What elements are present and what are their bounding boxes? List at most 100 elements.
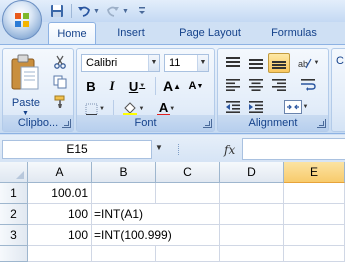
formula-input[interactable] bbox=[242, 138, 345, 160]
shrink-arrow-icon: ▼ bbox=[196, 82, 204, 90]
orientation-dropdown-icon[interactable]: ▼ bbox=[314, 60, 320, 66]
cell-e4[interactable] bbox=[284, 246, 345, 262]
cell-a3[interactable]: 100 bbox=[28, 225, 92, 246]
font-group-label: Font bbox=[77, 115, 214, 131]
cell-e1[interactable] bbox=[284, 183, 345, 204]
format-painter-button[interactable] bbox=[51, 93, 69, 111]
grow-font-button[interactable]: A ▲ bbox=[161, 76, 183, 96]
column-header-a[interactable]: A bbox=[28, 162, 92, 183]
align-right-button[interactable] bbox=[268, 75, 290, 95]
column-header-d[interactable]: D bbox=[220, 162, 284, 183]
cell-d4[interactable] bbox=[220, 246, 284, 262]
office-button[interactable] bbox=[2, 0, 42, 40]
formula-bar-splitter[interactable] bbox=[178, 144, 181, 155]
cell-e2[interactable] bbox=[284, 204, 345, 225]
cell-d3[interactable] bbox=[220, 225, 284, 246]
undo-dropdown-icon[interactable]: ▼ bbox=[93, 8, 100, 15]
cell-a4[interactable] bbox=[28, 246, 92, 262]
cell-b2[interactable]: =INT(A1) bbox=[92, 204, 156, 225]
tab-insert[interactable]: Insert bbox=[96, 22, 166, 44]
cell-c1[interactable] bbox=[156, 183, 220, 204]
alignment-launcher-icon[interactable] bbox=[317, 119, 326, 128]
save-button[interactable] bbox=[48, 2, 66, 20]
tab-page-layout[interactable]: Page Layout bbox=[166, 22, 254, 44]
row-header-2[interactable]: 2 bbox=[0, 204, 28, 225]
merge-center-button[interactable]: ▼ bbox=[270, 97, 322, 117]
tab-formulas[interactable]: Formulas bbox=[254, 22, 334, 44]
align-center-button[interactable] bbox=[245, 75, 267, 95]
cut-button[interactable] bbox=[51, 53, 69, 71]
clipboard-launcher-icon[interactable] bbox=[62, 119, 71, 128]
undo-icon bbox=[78, 6, 90, 17]
cell-b3[interactable]: =INT(100.999) bbox=[92, 225, 172, 246]
merge-center-icon bbox=[283, 100, 302, 114]
italic-button[interactable]: I bbox=[103, 76, 121, 96]
align-top-icon bbox=[226, 57, 240, 67]
orientation-button[interactable]: ab ▼ bbox=[294, 53, 322, 73]
borders-icon bbox=[85, 103, 98, 116]
cell-e3[interactable] bbox=[284, 225, 345, 246]
cell-b1[interactable] bbox=[92, 183, 156, 204]
title-bar: ▼ ▼ bbox=[0, 0, 345, 40]
tab-home[interactable]: Home bbox=[48, 22, 96, 44]
increase-indent-icon bbox=[249, 101, 263, 113]
wrap-text-button[interactable] bbox=[296, 75, 322, 95]
borders-dropdown-icon[interactable]: ▼ bbox=[99, 106, 105, 112]
align-left-button[interactable] bbox=[222, 75, 244, 95]
customize-qat-button[interactable] bbox=[133, 2, 151, 20]
fill-color-dropdown-icon[interactable]: ▼ bbox=[139, 106, 145, 112]
paintbrush-icon bbox=[54, 95, 65, 108]
shrink-font-button[interactable]: A ▼ bbox=[185, 76, 207, 96]
formula-bar: E15 ▼ fx bbox=[0, 135, 345, 162]
decrease-indent-button[interactable] bbox=[222, 97, 244, 117]
name-box[interactable]: E15 bbox=[2, 140, 152, 159]
font-color-dropdown-icon[interactable]: ▼ bbox=[169, 106, 175, 112]
select-all-button[interactable] bbox=[0, 162, 28, 183]
font-name-select[interactable]: Calibri ▼ bbox=[81, 54, 160, 72]
font-size-select[interactable]: 11 ▼ bbox=[164, 54, 209, 72]
font-name-dropdown-icon[interactable]: ▼ bbox=[148, 55, 159, 71]
redo-dropdown-icon[interactable]: ▼ bbox=[122, 8, 129, 15]
align-bottom-button[interactable] bbox=[268, 53, 290, 73]
shrink-font-label: A bbox=[188, 80, 197, 92]
name-box-dropdown-icon[interactable]: ▼ bbox=[155, 143, 163, 152]
qat-divider bbox=[71, 4, 72, 18]
merge-dropdown-icon[interactable]: ▼ bbox=[303, 104, 309, 110]
redo-button[interactable] bbox=[104, 2, 122, 20]
cell-c4[interactable] bbox=[156, 246, 220, 262]
alignment-group-label: Alignment bbox=[218, 115, 328, 131]
cell-c2[interactable] bbox=[156, 204, 220, 225]
copy-button[interactable] bbox=[51, 73, 69, 91]
font-color-label: A bbox=[158, 100, 169, 115]
cell-a2[interactable]: 100 bbox=[28, 204, 92, 225]
align-top-button[interactable] bbox=[222, 53, 244, 73]
column-header-b[interactable]: B bbox=[92, 162, 156, 183]
cell-b4[interactable] bbox=[92, 246, 156, 262]
font-size-dropdown-icon[interactable]: ▼ bbox=[197, 55, 208, 71]
font-launcher-icon[interactable] bbox=[203, 119, 212, 128]
row-header-4[interactable] bbox=[0, 246, 28, 262]
copy-icon bbox=[53, 75, 67, 89]
cell-a1[interactable]: 100.01 bbox=[28, 183, 92, 204]
font-size-value: 11 bbox=[169, 57, 181, 69]
grow-arrow-icon: ▲ bbox=[173, 81, 182, 91]
bold-button[interactable]: B bbox=[82, 76, 100, 96]
column-header-e[interactable]: E bbox=[284, 162, 345, 183]
row-header-3[interactable]: 3 bbox=[0, 225, 28, 246]
cell-d1[interactable] bbox=[220, 183, 284, 204]
paste-button[interactable]: Paste ▼ bbox=[8, 53, 42, 117]
underline-button[interactable]: U ▼ bbox=[124, 76, 150, 96]
row-header-1[interactable]: 1 bbox=[0, 183, 28, 204]
italic-label: I bbox=[109, 78, 115, 93]
undo-button[interactable] bbox=[75, 2, 93, 20]
column-header-c[interactable]: C bbox=[156, 162, 220, 183]
align-bottom-icon bbox=[272, 61, 286, 69]
grow-font-label: A bbox=[162, 78, 174, 94]
office-logo-icon bbox=[15, 13, 29, 27]
increase-indent-button[interactable] bbox=[245, 97, 267, 117]
align-middle-button[interactable] bbox=[245, 53, 267, 73]
align-center-icon bbox=[249, 79, 263, 91]
underline-dropdown-icon[interactable]: ▼ bbox=[139, 83, 145, 89]
insert-function-button[interactable]: fx bbox=[224, 143, 235, 157]
cell-d2[interactable] bbox=[220, 204, 284, 225]
